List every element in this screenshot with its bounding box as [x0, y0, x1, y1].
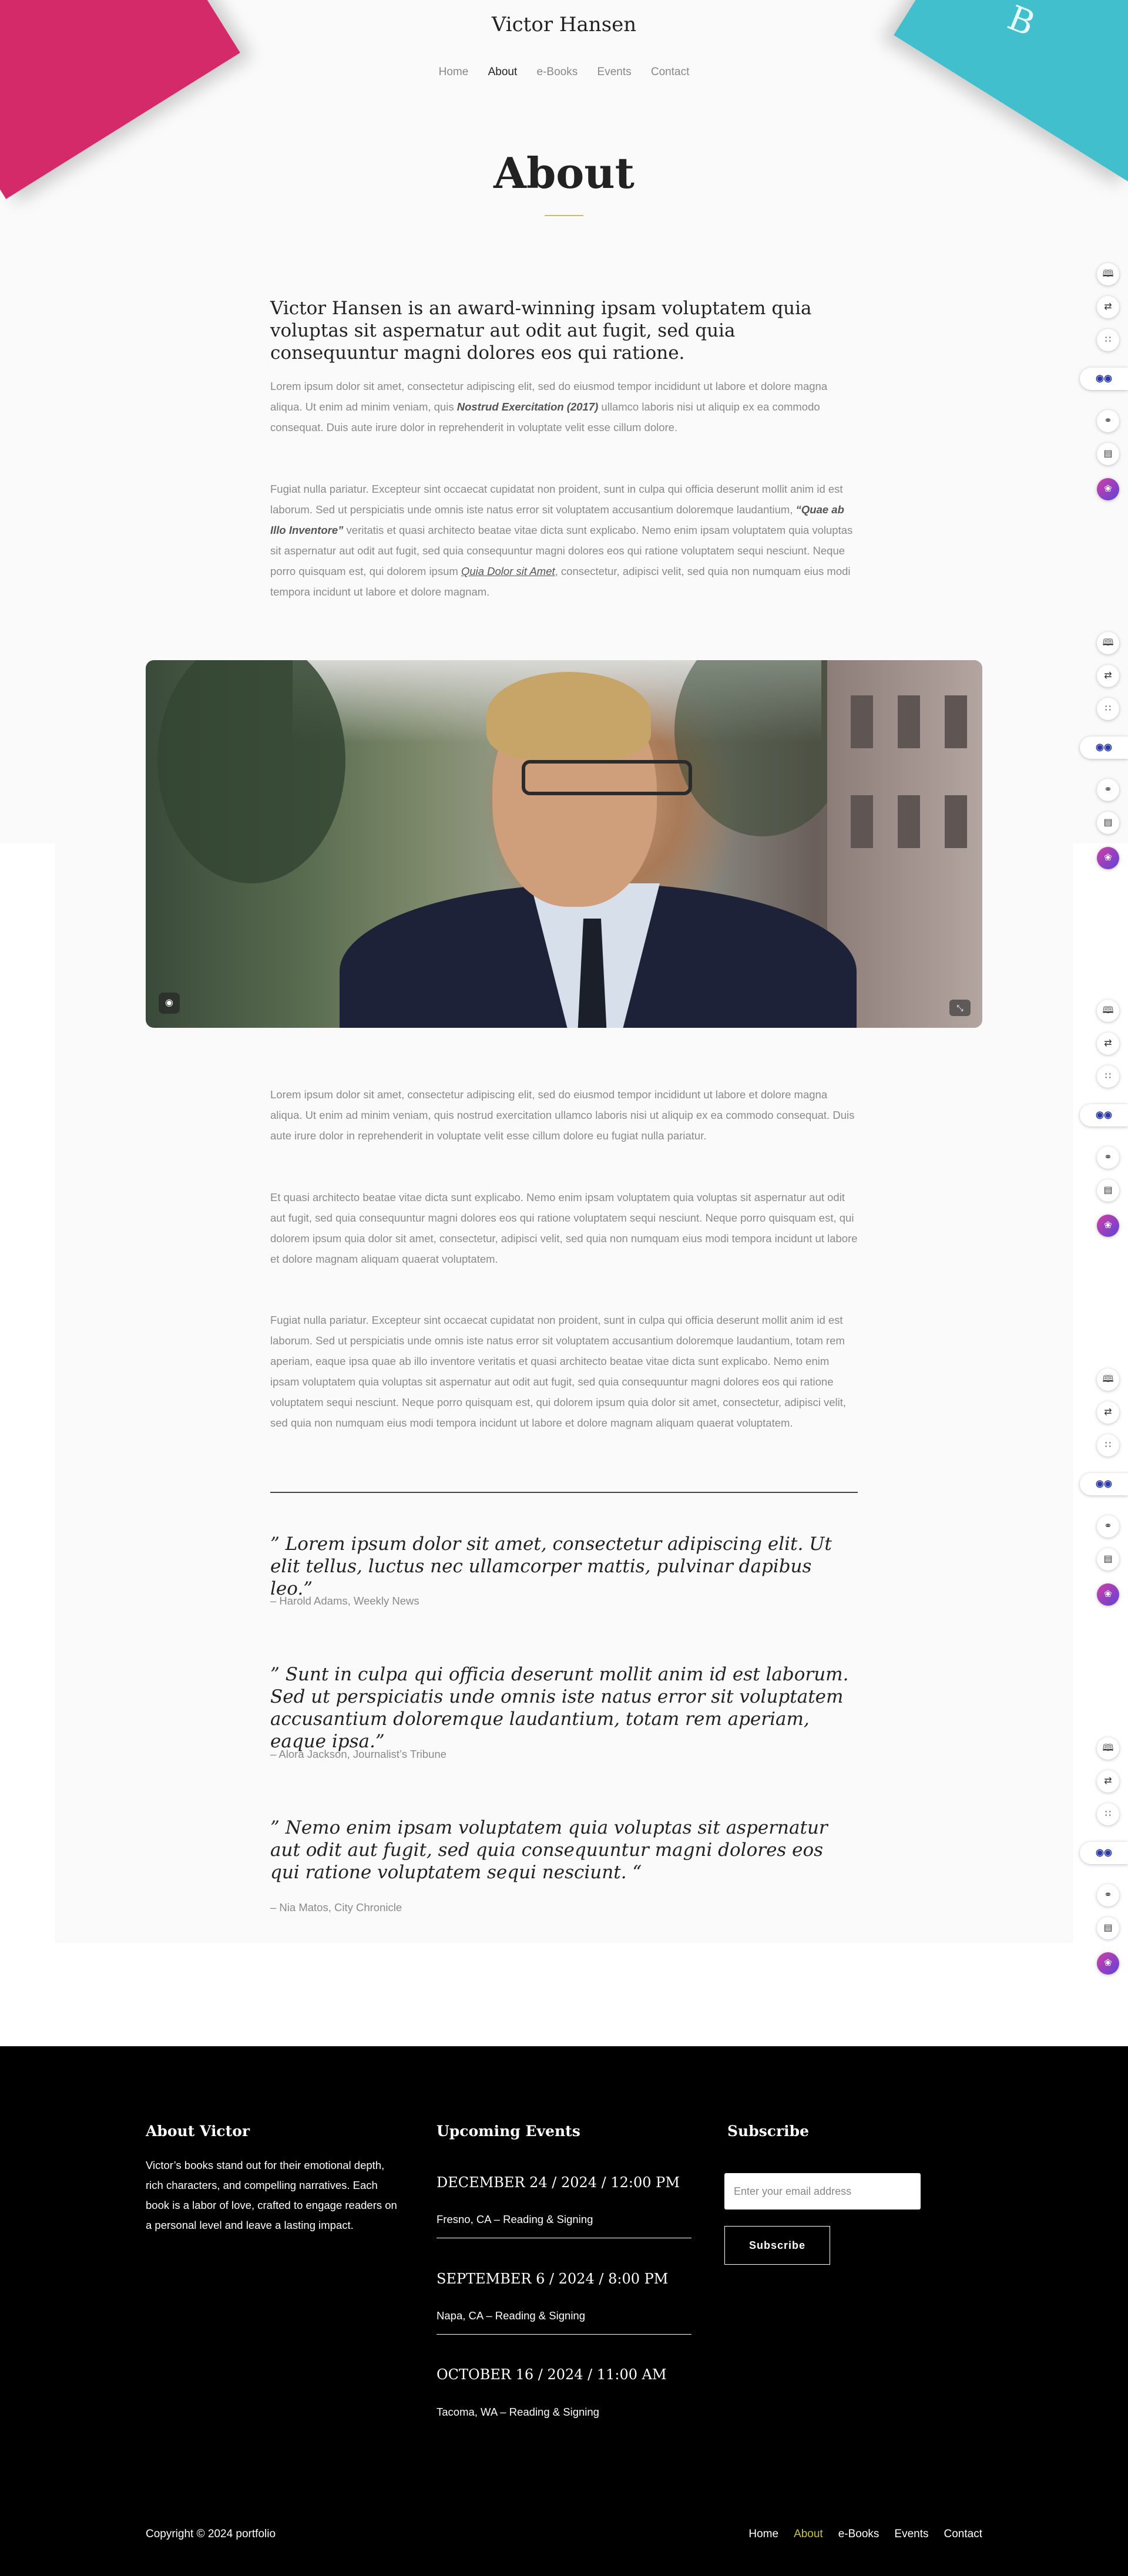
footer-nav-home[interactable]: Home	[748, 2528, 778, 2540]
event-location: Fresno, CA – Reading & Signing	[437, 2213, 593, 2225]
lead-paragraph: Victor Hansen is an award-winning ipsam …	[270, 298, 812, 364]
link-icon[interactable]: ⚭	[1097, 410, 1119, 432]
translate-icon[interactable]: ⇄	[1097, 1401, 1119, 1424]
main-nav: Home About e-Books Events Contact	[0, 66, 1128, 79]
link-icon[interactable]: ⚭	[1097, 779, 1119, 801]
eyes-icon[interactable]: ◉◉	[1080, 1473, 1128, 1495]
apps-grid-icon[interactable]: ∷	[1097, 1434, 1119, 1457]
testimonial-cite-3: – Nia Matos, City Chronicle	[270, 1901, 402, 1913]
testimonial-quote-1: ” Lorem ipsum dolor sit amet, consectetu…	[270, 1534, 832, 1599]
book-icon[interactable]: 🕮	[1097, 1737, 1119, 1760]
eyes-icon[interactable]: ◉◉	[1080, 1104, 1128, 1126]
title-underline	[545, 215, 583, 216]
apps-grid-icon[interactable]: ∷	[1097, 329, 1119, 351]
link-icon[interactable]: ⚭	[1097, 1146, 1119, 1169]
email-field[interactable]	[724, 2173, 921, 2210]
translate-icon[interactable]: ⇄	[1097, 1770, 1119, 1793]
translate-icon[interactable]: ⇄	[1097, 665, 1119, 687]
reader-icon[interactable]: ▤	[1097, 1179, 1119, 1202]
translate-icon[interactable]: ⇄	[1097, 296, 1119, 318]
testimonial-quote-2: ” Sunt in culpa qui officia deserunt mol…	[270, 1664, 849, 1752]
author-photo: ◉ ⤡	[146, 660, 982, 1028]
brain-icon[interactable]: ❀	[1097, 1952, 1119, 1975]
event-location: Napa, CA – Reading & Signing	[437, 2309, 586, 2322]
intro-paragraph-2: Fugiat nulla pariatur. Excepteur sint oc…	[270, 483, 853, 598]
book-icon[interactable]: 🕮	[1097, 1368, 1119, 1391]
apps-grid-icon[interactable]: ∷	[1097, 1065, 1119, 1088]
testimonial-cite-2: – Alora Jackson, Journalist’s Tribune	[270, 1748, 446, 1760]
footer-subscribe-heading: Subscribe	[727, 2123, 810, 2140]
image-ai-icon[interactable]: ◉	[159, 993, 180, 1014]
reader-icon[interactable]: ▤	[1097, 443, 1119, 465]
eyes-icon[interactable]: ◉◉	[1080, 1842, 1128, 1864]
footer-about-heading: About Victor	[146, 2123, 250, 2140]
footer-nav-events[interactable]: Events	[894, 2528, 928, 2540]
apps-grid-icon[interactable]: ∷	[1097, 698, 1119, 720]
brain-icon[interactable]: ❀	[1097, 847, 1119, 869]
inline-link[interactable]: Quia Dolor sit Amet	[461, 565, 555, 577]
nav-ebooks[interactable]: e-Books	[537, 66, 578, 79]
event-divider	[437, 2334, 691, 2335]
reader-icon[interactable]: ▤	[1097, 812, 1119, 834]
copyright: Copyright © 2024 portfolio	[146, 2528, 276, 2540]
eyes-icon[interactable]: ◉◉	[1080, 737, 1128, 759]
section-divider	[270, 1492, 858, 1493]
book-icon[interactable]: 🕮	[1097, 263, 1119, 285]
event-date[interactable]: SEPTEMBER 6 / 2024 / 8:00 PM	[437, 2271, 668, 2287]
eyes-icon[interactable]: ◉◉	[1080, 368, 1128, 390]
footer-events-heading: Upcoming Events	[437, 2123, 580, 2140]
book-icon[interactable]: 🕮	[1097, 632, 1119, 654]
nav-contact[interactable]: Contact	[651, 66, 689, 79]
footer-about-text: Victor’s books stand out for their emoti…	[146, 2159, 397, 2231]
nav-home[interactable]: Home	[439, 66, 469, 79]
footer-nav-contact[interactable]: Contact	[944, 2528, 982, 2540]
footer-nav-about[interactable]: About	[794, 2528, 823, 2540]
site-footer: About Victor Victor’s books stand out fo…	[0, 2046, 1128, 2576]
brain-icon[interactable]: ❀	[1097, 1583, 1119, 1606]
event-date[interactable]: OCTOBER 16 / 2024 / 11:00 AM	[437, 2366, 667, 2383]
body-paragraph-1: Lorem ipsum dolor sit amet, consectetur …	[270, 1088, 855, 1142]
brain-icon[interactable]: ❀	[1097, 478, 1119, 500]
site-title[interactable]: Victor Hansen	[0, 13, 1128, 36]
footer-nav: Home About e-Books Events Contact	[733, 2528, 982, 2541]
link-icon[interactable]: ⚭	[1097, 1884, 1119, 1906]
subscribe-button[interactable]: Subscribe	[724, 2226, 830, 2265]
book-icon[interactable]: 🕮	[1097, 1000, 1119, 1022]
testimonial-quote-3: ” Nemo enim ipsam voluptatem quia volupt…	[270, 1817, 828, 1883]
body-paragraph-3: Fugiat nulla pariatur. Excepteur sint oc…	[270, 1314, 846, 1429]
body-paragraph-2: Et quasi architecto beatae vitae dicta s…	[270, 1191, 858, 1265]
page-title: About	[494, 148, 634, 198]
brain-icon[interactable]: ❀	[1097, 1215, 1119, 1237]
nav-about[interactable]: About	[488, 66, 518, 79]
reader-icon[interactable]: ▤	[1097, 1917, 1119, 1939]
event-date[interactable]: DECEMBER 24 / 2024 / 12:00 PM	[437, 2174, 680, 2191]
testimonial-cite-1: – Harold Adams, Weekly News	[270, 1595, 419, 1607]
book-title-emphasis: Nostrud Exercitation (2017)	[456, 401, 599, 413]
reader-icon[interactable]: ▤	[1097, 1548, 1119, 1571]
nav-events[interactable]: Events	[597, 66, 632, 79]
apps-grid-icon[interactable]: ∷	[1097, 1803, 1119, 1825]
image-resize-icon[interactable]: ⤡	[949, 1000, 971, 1016]
intro-paragraph-1: Lorem ipsum dolor sit amet, consectetur …	[270, 380, 828, 433]
link-icon[interactable]: ⚭	[1097, 1515, 1119, 1538]
translate-icon[interactable]: ⇄	[1097, 1033, 1119, 1055]
event-location: Tacoma, WA – Reading & Signing	[437, 2406, 599, 2418]
footer-nav-ebooks[interactable]: e-Books	[838, 2528, 879, 2540]
